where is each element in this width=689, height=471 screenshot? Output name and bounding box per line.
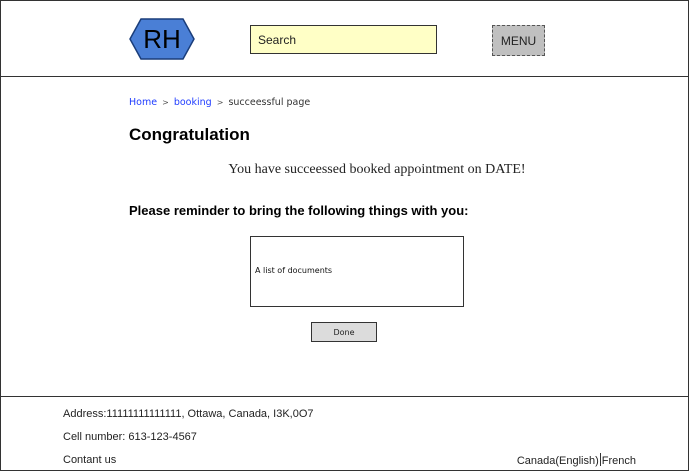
menu-button[interactable]: MENU	[492, 25, 545, 56]
documents-list-box[interactable]: A list of documents	[250, 236, 464, 307]
reminder-heading: Please reminder to bring the following t…	[129, 203, 469, 218]
footer: Address:11111111111111, Ottawa, Canada, …	[1, 396, 688, 471]
language-switcher: Canada(English) French	[517, 453, 636, 467]
logo[interactable]: RH	[129, 18, 195, 60]
header: RH MENU	[1, 1, 688, 77]
confirmation-message: You have succeessed booked appointment o…	[228, 162, 526, 177]
breadcrumb-booking-link[interactable]: booking	[174, 97, 212, 108]
search-input[interactable]	[250, 25, 437, 54]
breadcrumb-separator: >	[162, 98, 169, 107]
page-frame: RH MENU Home > booking > succeessful pag…	[0, 0, 689, 471]
page-title: Congratulation	[129, 125, 250, 144]
language-divider	[599, 453, 601, 466]
footer-cell-number: Cell number: 613-123-4567	[63, 431, 197, 443]
done-button[interactable]: Done	[311, 322, 377, 342]
breadcrumb: Home > booking > succeessful page	[129, 97, 310, 108]
language-english-link[interactable]: Canada(English)	[517, 455, 599, 467]
logo-hexagon-icon	[129, 18, 195, 60]
breadcrumb-current: succeessful page	[228, 97, 311, 108]
language-french-link[interactable]: French	[602, 455, 636, 467]
breadcrumb-separator: >	[216, 98, 224, 107]
footer-address: Address:11111111111111, Ottawa, Canada, …	[63, 408, 314, 420]
contact-us-link[interactable]: Contant us	[63, 454, 116, 466]
breadcrumb-home-link[interactable]: Home	[129, 97, 157, 108]
